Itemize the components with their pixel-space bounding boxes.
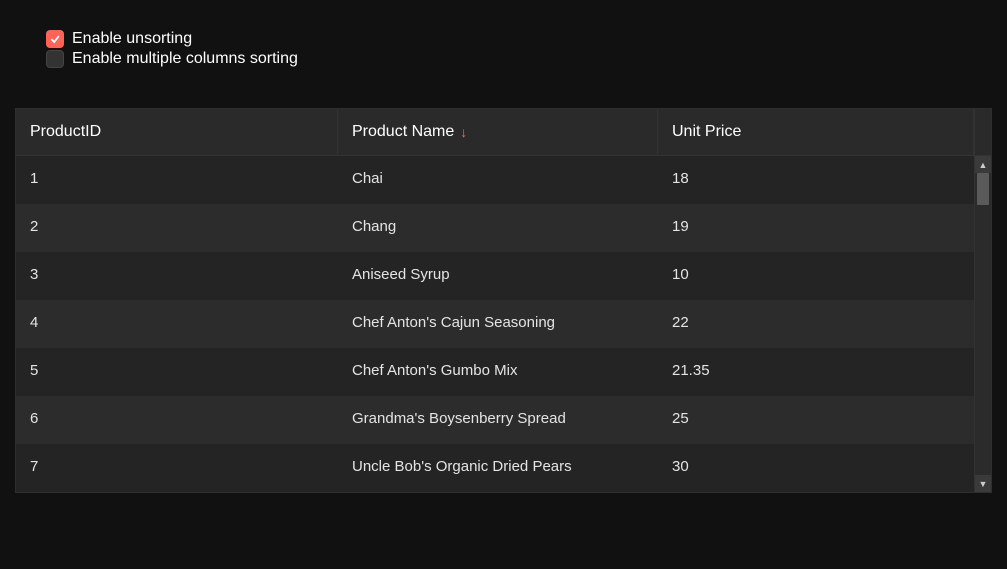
- cell-product-id: 5: [16, 348, 338, 396]
- vertical-scrollbar[interactable]: ▲ ▼: [974, 156, 991, 492]
- cell-unit-price: 19: [658, 204, 974, 252]
- cell-unit-price: 22: [658, 300, 974, 348]
- option-label: Enable unsorting: [72, 30, 192, 48]
- cell-product-name: Uncle Bob's Organic Dried Pears: [338, 444, 658, 492]
- column-label: Product Name: [352, 123, 454, 141]
- option-label: Enable multiple columns sorting: [72, 50, 298, 68]
- table-row[interactable]: 4 Chef Anton's Cajun Seasoning 22: [16, 300, 974, 348]
- scroll-down-icon[interactable]: ▼: [975, 475, 991, 492]
- cell-unit-price: 21.35: [658, 348, 974, 396]
- cell-product-name: Chang: [338, 204, 658, 252]
- cell-unit-price: 30: [658, 444, 974, 492]
- scrollbar-header-spacer: [974, 109, 991, 155]
- cell-product-id: 6: [16, 396, 338, 444]
- cell-product-name: Chai: [338, 156, 658, 204]
- option-enable-multi-sort[interactable]: Enable multiple columns sorting: [46, 50, 967, 68]
- checkbox-enable-multi-sort[interactable]: [46, 50, 64, 68]
- cell-product-id: 2: [16, 204, 338, 252]
- table-row[interactable]: 6 Grandma's Boysenberry Spread 25: [16, 396, 974, 444]
- check-icon: [49, 33, 61, 45]
- cell-unit-price: 10: [658, 252, 974, 300]
- cell-product-name: Aniseed Syrup: [338, 252, 658, 300]
- scrollbar-track[interactable]: [975, 173, 991, 475]
- sort-asc-icon: ↓: [460, 125, 467, 139]
- cell-product-id: 7: [16, 444, 338, 492]
- option-enable-unsorting[interactable]: Enable unsorting: [46, 30, 967, 48]
- cell-product-name: Grandma's Boysenberry Spread: [338, 396, 658, 444]
- cell-product-id: 3: [16, 252, 338, 300]
- checkbox-enable-unsorting[interactable]: [46, 30, 64, 48]
- options-panel: Enable unsorting Enable multiple columns…: [40, 30, 967, 68]
- scrollbar-thumb[interactable]: [977, 173, 989, 205]
- table-row[interactable]: 7 Uncle Bob's Organic Dried Pears 30: [16, 444, 974, 492]
- column-label: Unit Price: [672, 123, 741, 141]
- column-header-product-name[interactable]: Product Name ↓: [338, 109, 658, 155]
- column-label: ProductID: [30, 123, 101, 141]
- column-header-unit-price[interactable]: Unit Price: [658, 109, 974, 155]
- scroll-up-icon[interactable]: ▲: [975, 156, 991, 173]
- table-row[interactable]: 1 Chai 18: [16, 156, 974, 204]
- table-row[interactable]: 5 Chef Anton's Gumbo Mix 21.35: [16, 348, 974, 396]
- column-header-product-id[interactable]: ProductID: [16, 109, 338, 155]
- table-row[interactable]: 2 Chang 19: [16, 204, 974, 252]
- grid-body: 1 Chai 18 2 Chang 19 3 Aniseed Syrup 10: [16, 156, 974, 492]
- cell-unit-price: 18: [658, 156, 974, 204]
- cell-product-name: Chef Anton's Gumbo Mix: [338, 348, 658, 396]
- table-row[interactable]: 3 Aniseed Syrup 10: [16, 252, 974, 300]
- grid-header: ProductID Product Name ↓ Unit Price: [16, 109, 991, 156]
- cell-product-id: 1: [16, 156, 338, 204]
- cell-product-name: Chef Anton's Cajun Seasoning: [338, 300, 658, 348]
- data-grid: ProductID Product Name ↓ Unit Price 1 Ch…: [15, 108, 992, 493]
- cell-product-id: 4: [16, 300, 338, 348]
- cell-unit-price: 25: [658, 396, 974, 444]
